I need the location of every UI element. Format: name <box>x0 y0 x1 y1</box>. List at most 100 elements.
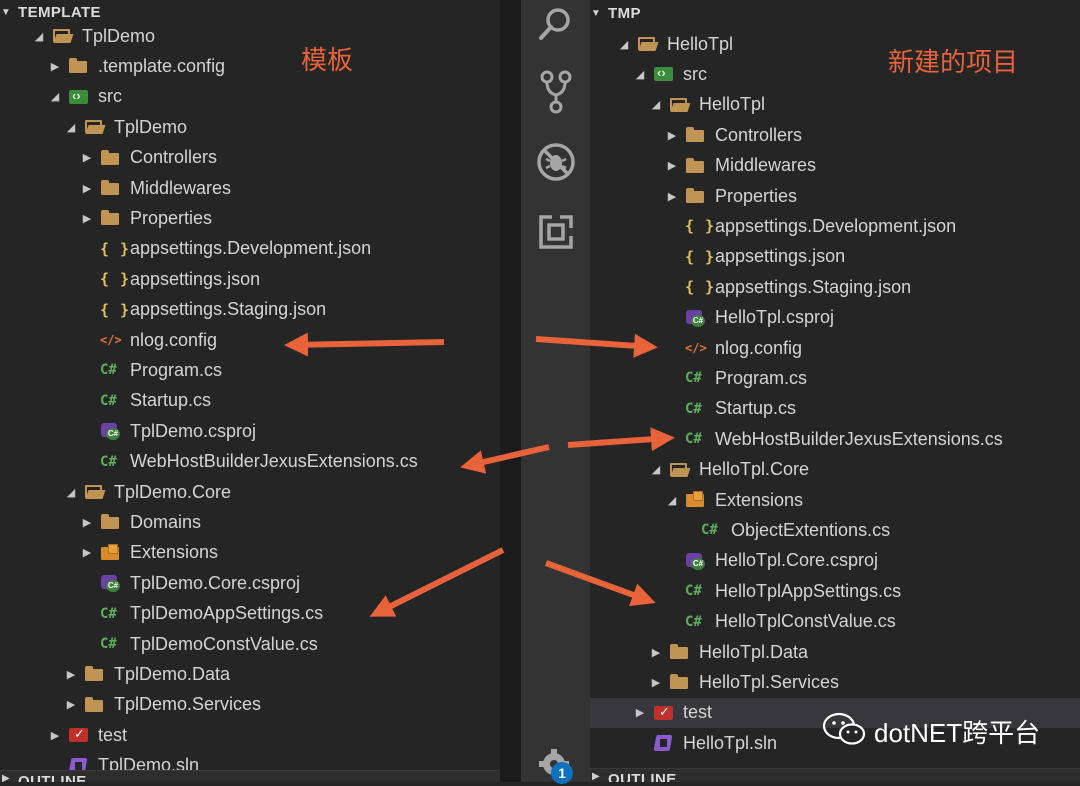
tree-item[interactable]: C# ObjectExtentions.cs <box>590 515 1080 545</box>
expanded-chevron-icon[interactable]: ◢ <box>48 90 62 103</box>
tree-item[interactable]: ▶ HelloTpl.Data <box>590 637 1080 667</box>
expanded-chevron-icon[interactable]: ◢ <box>32 30 46 43</box>
tree-item[interactable]: { } appsettings.Staging.json <box>0 295 500 325</box>
tree-item[interactable]: { } appsettings.Development.json <box>590 211 1080 241</box>
tree-item[interactable]: ◢ HelloTpl <box>590 90 1080 120</box>
tree-item-label: HelloTpl.sln <box>683 732 778 753</box>
collapsed-chevron-icon[interactable]: ▶ <box>80 516 94 529</box>
tree-item[interactable]: ▶ test <box>0 720 500 750</box>
chevron-down-icon: ▼ <box>590 7 602 19</box>
tree-item[interactable]: C# HelloTplConstValue.cs <box>590 607 1080 637</box>
tree-item[interactable]: C# Program.cs <box>590 363 1080 393</box>
tree-item[interactable]: C# TplDemoConstValue.cs <box>0 629 500 659</box>
collapsed-chevron-icon[interactable]: ▶ <box>80 546 94 559</box>
tree-item-label: Startup.cs <box>130 390 212 411</box>
tree-item[interactable]: C# Startup.cs <box>0 386 500 416</box>
expanded-chevron-icon[interactable]: ◢ <box>617 38 631 51</box>
collapsed-chevron-icon[interactable]: ▶ <box>649 646 663 659</box>
tmp-section-header[interactable]: ▼ TMP <box>590 1 1080 25</box>
collapsed-chevron-icon[interactable]: ▶ <box>48 729 62 742</box>
tree-item-label: TplDemoAppSettings.cs <box>130 603 324 624</box>
extensions-icon[interactable] <box>521 208 590 256</box>
tree-item[interactable]: C# Startup.cs <box>590 394 1080 424</box>
settings-gear-icon[interactable]: 1 <box>521 738 590 786</box>
collapsed-chevron-icon[interactable]: ▶ <box>80 151 94 164</box>
watermark: dotNET跨平台 <box>822 711 1040 752</box>
tree-item[interactable]: { } appsettings.json <box>590 242 1080 272</box>
tree-item[interactable]: ▶ HelloTpl.Services <box>590 667 1080 697</box>
template-section-title: TEMPLATE <box>18 3 101 21</box>
json-icon: { } <box>685 217 716 236</box>
folder-open-icon <box>84 482 106 502</box>
left-outline-header[interactable]: ▶ OUTLINE <box>0 770 500 782</box>
tree-item[interactable]: ▶ Properties <box>0 203 500 233</box>
tree-item[interactable]: </> nlog.config <box>0 325 500 355</box>
tree-item[interactable]: ◢ src <box>0 82 500 112</box>
expanded-chevron-icon[interactable]: ◢ <box>649 463 663 476</box>
tree-item[interactable]: ◢ TplDemo <box>0 21 500 51</box>
tree-item[interactable]: ▶ TplDemo.Data <box>0 659 500 689</box>
tree-item[interactable]: ▶ Properties <box>590 181 1080 211</box>
folder-icon <box>669 672 691 692</box>
folder-open-icon <box>669 95 691 115</box>
tree-item[interactable]: ▶ TplDemo.Services <box>0 690 500 720</box>
tree-item[interactable]: ▶ .template.config <box>0 51 500 81</box>
tree-item-label: WebHostBuilderJexusExtensions.cs <box>130 451 418 472</box>
tree-item[interactable]: ▶ Controllers <box>0 143 500 173</box>
tree-item[interactable]: ◢ Extensions <box>590 485 1080 515</box>
tree-item[interactable]: C# WebHostBuilderJexusExtensions.cs <box>0 447 500 477</box>
search-icon[interactable] <box>521 0 590 48</box>
collapsed-chevron-icon[interactable]: ▶ <box>64 668 78 681</box>
expanded-chevron-icon[interactable]: ◢ <box>649 98 663 111</box>
tree-item[interactable]: ◢ TplDemo.Core <box>0 477 500 507</box>
tree-item[interactable]: ▶ Extensions <box>0 538 500 568</box>
tree-item[interactable]: TplDemo.Core.csproj <box>0 568 500 598</box>
tree-item[interactable]: ◢ HelloTpl.Core <box>590 455 1080 485</box>
tmp-section-title: TMP <box>608 4 641 22</box>
collapsed-chevron-icon[interactable]: ▶ <box>649 676 663 689</box>
expanded-chevron-icon[interactable]: ◢ <box>64 486 78 499</box>
expanded-chevron-icon[interactable]: ◢ <box>64 121 78 134</box>
collapsed-chevron-icon[interactable]: ▶ <box>48 60 62 73</box>
collapsed-chevron-icon[interactable]: ▶ <box>80 182 94 195</box>
expanded-chevron-icon[interactable]: ◢ <box>633 68 647 81</box>
tree-item[interactable]: ▶ Domains <box>0 507 500 537</box>
tree-item[interactable]: </> nlog.config <box>590 333 1080 363</box>
tree-item[interactable]: ▶ Middlewares <box>0 173 500 203</box>
tree-item-label: HelloTpl.Services <box>699 671 840 692</box>
collapsed-chevron-icon[interactable]: ▶ <box>665 129 679 142</box>
tree-item[interactable]: ▶ Middlewares <box>590 151 1080 181</box>
collapsed-chevron-icon[interactable]: ▶ <box>64 698 78 711</box>
collapsed-chevron-icon[interactable]: ▶ <box>80 212 94 225</box>
collapsed-chevron-icon[interactable]: ▶ <box>633 706 647 719</box>
tree-item[interactable]: { } appsettings.Development.json <box>0 234 500 264</box>
left-outline-title: OUTLINE <box>18 773 87 782</box>
collapsed-chevron-icon[interactable]: ▶ <box>665 159 679 172</box>
tree-item[interactable]: C# HelloTplAppSettings.cs <box>590 576 1080 606</box>
tree-item-label: appsettings.json <box>715 246 846 267</box>
right-outline-header[interactable]: ▶ OUTLINE <box>590 768 1080 782</box>
csharp-icon: C# <box>100 362 117 379</box>
collapsed-chevron-icon[interactable]: ▶ <box>665 190 679 203</box>
tree-item[interactable]: HelloTpl.csproj <box>590 303 1080 333</box>
tree-item[interactable]: C# TplDemoAppSettings.cs <box>0 599 500 629</box>
csharp-icon: C# <box>100 605 117 622</box>
tree-item-label: WebHostBuilderJexusExtensions.cs <box>715 428 1003 449</box>
folder-src-icon <box>68 87 90 107</box>
debug-icon[interactable] <box>521 138 590 186</box>
folder-extensions-icon <box>685 490 707 510</box>
tree-item-label: .template.config <box>98 55 226 76</box>
source-control-icon[interactable] <box>521 68 590 116</box>
tree-item-label: Program.cs <box>130 359 223 380</box>
tree-item[interactable]: C# Program.cs <box>0 355 500 385</box>
tree-item-label: appsettings.Development.json <box>130 238 372 259</box>
tree-item[interactable]: C# WebHostBuilderJexusExtensions.cs <box>590 424 1080 454</box>
tree-item[interactable]: { } appsettings.json <box>0 264 500 294</box>
tree-item[interactable]: { } appsettings.Staging.json <box>590 272 1080 302</box>
csharp-icon: C# <box>100 453 117 470</box>
tree-item[interactable]: ▶ Controllers <box>590 120 1080 150</box>
tree-item[interactable]: HelloTpl.Core.csproj <box>590 546 1080 576</box>
tree-item[interactable]: TplDemo.csproj <box>0 416 500 446</box>
tree-item[interactable]: ◢ TplDemo <box>0 112 500 142</box>
expanded-chevron-icon[interactable]: ◢ <box>665 494 679 507</box>
